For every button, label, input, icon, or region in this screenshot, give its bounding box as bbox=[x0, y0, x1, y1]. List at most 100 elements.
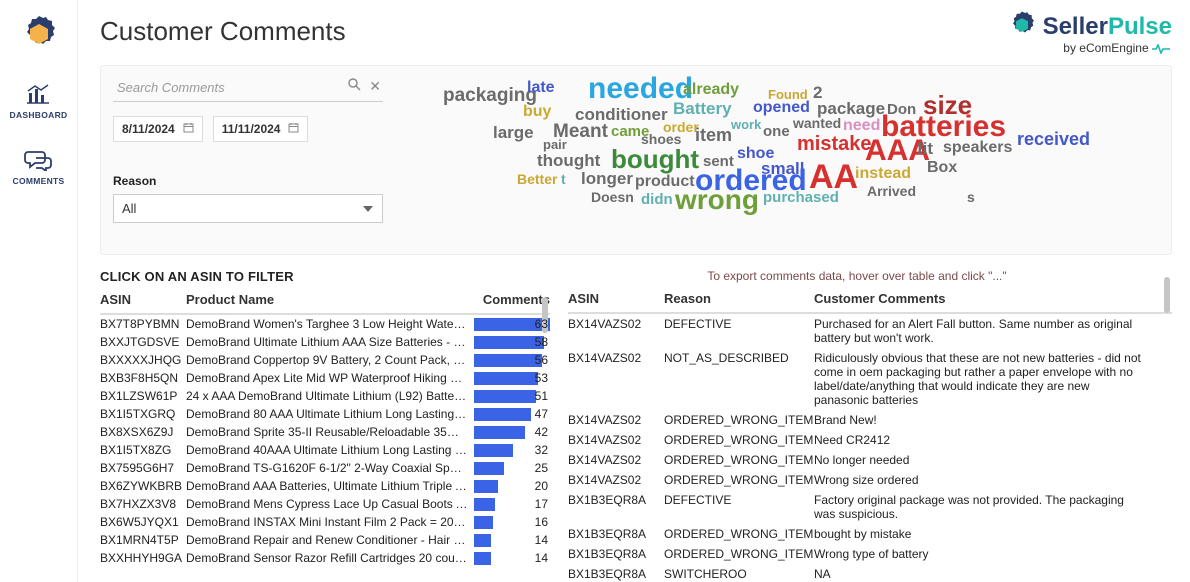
comment-reason: ORDERED_WRONG_ITEM bbox=[664, 433, 814, 447]
product-name: DemoBrand Ultimate Lithium AAA Size Batt… bbox=[186, 335, 474, 349]
wordcloud-word[interactable]: Doesn bbox=[591, 190, 634, 204]
bar bbox=[474, 516, 493, 529]
asin-row[interactable]: BX1I5TXGRQDemoBrand 80 AAA Ultimate Lith… bbox=[100, 405, 550, 423]
asin-table-header: ASIN Product Name Comments bbox=[100, 288, 550, 315]
comment-text: Need CR2412 bbox=[814, 433, 1172, 447]
wordcloud-word[interactable]: need bbox=[843, 118, 880, 134]
wordcloud-word[interactable]: pair bbox=[543, 138, 567, 151]
asin-code: BX7T8PYBMN bbox=[100, 317, 186, 331]
product-name: 24 x AAA DemoBrand Ultimate Lithium (L92… bbox=[186, 389, 474, 403]
brand-subtitle: by eComEngine bbox=[1007, 41, 1172, 55]
gear-cube-icon bbox=[1007, 10, 1037, 43]
bar bbox=[474, 552, 491, 565]
bar bbox=[474, 426, 525, 439]
clear-icon[interactable]: ✕ bbox=[369, 78, 381, 95]
comment-row[interactable]: BX14VAZS02DEFECTIVEPurchased for an Aler… bbox=[568, 314, 1172, 348]
comment-row[interactable]: BX1B3EQR8AORDERED_WRONG_ITEMWrong type o… bbox=[568, 544, 1172, 564]
asin-row[interactable]: BXXHHYH9GADemoBrand Sensor Razor Refill … bbox=[100, 549, 550, 567]
comment-count-cell: 32 bbox=[474, 443, 550, 458]
asin-row[interactable]: BX1MRN4T5PDemoBrand Repair and Renew Con… bbox=[100, 531, 550, 549]
wordcloud-word[interactable]: wrong bbox=[675, 186, 759, 214]
wordcloud-word[interactable]: already bbox=[683, 82, 739, 98]
comment-text: Purchased for an Alert Fall button. Same… bbox=[814, 317, 1172, 345]
search-icon[interactable] bbox=[348, 78, 361, 95]
comment-asin: BX1B3EQR8A bbox=[568, 527, 664, 541]
reason-select[interactable]: All bbox=[113, 194, 383, 223]
comment-count-cell: 14 bbox=[474, 551, 550, 566]
wordcloud-word[interactable]: Box bbox=[927, 160, 957, 176]
comment-text: Factory original package was not provide… bbox=[814, 493, 1172, 521]
brand-name: SellerPulse bbox=[1043, 13, 1172, 41]
date-end-value: 11/11/2024 bbox=[222, 122, 281, 136]
wordcloud-word[interactable]: order bbox=[663, 120, 699, 134]
comment-row[interactable]: BX14VAZS02ORDERED_WRONG_ITEMWrong size o… bbox=[568, 470, 1172, 490]
comments-table-header: ASIN Reason Customer Comments bbox=[568, 287, 1172, 314]
comment-row[interactable]: BX14VAZS02NOT_AS_DESCRIBEDRidiculously o… bbox=[568, 348, 1172, 410]
asin-row[interactable]: BX7HXZX3V8DemoBrand Mens Cypress Lace Up… bbox=[100, 495, 550, 513]
wordcloud-word[interactable]: large bbox=[493, 124, 534, 141]
comment-asin: BX14VAZS02 bbox=[568, 433, 664, 447]
asin-row[interactable]: BX8XSX6Z9JDemoBrand Sprite 35-II Reusabl… bbox=[100, 423, 550, 441]
comment-row[interactable]: BX14VAZS02ORDERED_WRONG_ITEMNeed CR2412 bbox=[568, 430, 1172, 450]
product-name: DemoBrand Apex Lite Mid WP Waterproof Hi… bbox=[186, 371, 474, 385]
asin-row[interactable]: BXB3F8H5QNDemoBrand Apex Lite Mid WP Wat… bbox=[100, 369, 550, 387]
comment-reason: ORDERED_WRONG_ITEM bbox=[664, 453, 814, 467]
wordcloud-word[interactable]: Battery bbox=[673, 100, 732, 117]
wordcloud-word[interactable]: work bbox=[731, 118, 761, 131]
wordcloud-word[interactable]: item bbox=[695, 126, 732, 144]
wordcloud-word[interactable]: longer bbox=[581, 170, 633, 187]
date-end-input[interactable]: 11/11/2024 bbox=[213, 116, 309, 142]
comment-count-cell: 14 bbox=[474, 533, 550, 548]
wordcloud-word[interactable]: s bbox=[967, 190, 975, 204]
asin-row[interactable]: BX6ZYWKBRBDemoBrand AAA Batteries, Ultim… bbox=[100, 477, 550, 495]
wordcloud-word[interactable]: one bbox=[763, 124, 790, 139]
wordcloud-word[interactable]: t bbox=[561, 172, 566, 186]
nav-comments[interactable]: COMMENTS bbox=[13, 148, 65, 186]
comment-text: Wrong size ordered bbox=[814, 473, 1172, 487]
bar bbox=[474, 480, 498, 493]
asin-row[interactable]: BXXJTGDSVEDemoBrand Ultimate Lithium AAA… bbox=[100, 333, 550, 351]
date-start-input[interactable]: 8/11/2024 bbox=[113, 116, 203, 142]
wordcloud-word[interactable]: speakers bbox=[943, 140, 1012, 156]
comment-row[interactable]: BX1B3EQR8ASWITCHEROONA bbox=[568, 564, 1172, 582]
comment-row[interactable]: BX1B3EQR8ADEFECTIVEFactory original pack… bbox=[568, 490, 1172, 524]
asin-row[interactable]: BX6W5JYQX1DemoBrand INSTAX Mini Instant … bbox=[100, 513, 550, 531]
wordcloud-word[interactable]: opened bbox=[753, 100, 810, 116]
comment-row[interactable]: BX14VAZS02ORDERED_WRONG_ITEMBrand New! bbox=[568, 410, 1172, 430]
wordcloud-word[interactable]: buy bbox=[523, 104, 551, 120]
wordcloud-word[interactable]: wanted bbox=[793, 116, 841, 130]
asin-row[interactable]: BX1LZSW61P24 x AAA DemoBrand Ultimate Li… bbox=[100, 387, 550, 405]
scrollbar-thumb[interactable] bbox=[1164, 277, 1170, 313]
wordcloud-word[interactable]: late bbox=[527, 80, 555, 96]
comment-count: 20 bbox=[535, 479, 550, 493]
bar bbox=[474, 462, 504, 475]
wordcloud-word[interactable]: received bbox=[1017, 130, 1090, 148]
wordcloud-word[interactable]: Arrived bbox=[867, 184, 916, 198]
wordcloud-word[interactable]: purchased bbox=[763, 190, 839, 205]
wordcloud-word[interactable]: thought bbox=[537, 152, 600, 169]
nav-dashboard[interactable]: DASHBOARD bbox=[10, 82, 68, 120]
bar bbox=[474, 534, 491, 547]
wordcloud-word[interactable]: Better bbox=[517, 172, 557, 186]
wordcloud-word[interactable]: fit bbox=[917, 140, 933, 157]
search-input[interactable] bbox=[113, 74, 383, 102]
comment-count-cell: 42 bbox=[474, 425, 550, 440]
comment-count-cell: 16 bbox=[474, 515, 550, 530]
asin-row[interactable]: BX7T8PYBMNDemoBrand Women's Targhee 3 Lo… bbox=[100, 315, 550, 333]
asin-row[interactable]: BX1I5TX8ZGDemoBrand 40AAA Ultimate Lithi… bbox=[100, 441, 550, 459]
asin-row[interactable]: BXXXXXJHQGDemoBrand Coppertop 9V Battery… bbox=[100, 351, 550, 369]
comment-row[interactable]: BX14VAZS02ORDERED_WRONG_ITEMNo longer ne… bbox=[568, 450, 1172, 470]
comment-row[interactable]: BX1B3EQR8AORDERED_WRONG_ITEMbought by mi… bbox=[568, 524, 1172, 544]
product-name: DemoBrand Women's Targhee 3 Low Height W… bbox=[186, 317, 474, 331]
calendar-icon bbox=[183, 122, 194, 136]
wordcloud-word[interactable]: instead bbox=[855, 166, 911, 182]
comment-reason: ORDERED_WRONG_ITEM bbox=[664, 527, 814, 541]
calendar-icon bbox=[288, 122, 299, 136]
wordcloud-word[interactable]: mistake bbox=[797, 134, 872, 154]
wordcloud-word[interactable]: didn bbox=[641, 192, 673, 207]
asin-panel: CLICK ON AN ASIN TO FILTER ASIN Product … bbox=[100, 269, 550, 582]
comment-count: 56 bbox=[535, 353, 550, 367]
product-name: DemoBrand TS-G1620F 6-1/2" 2-Way Coaxial… bbox=[186, 461, 474, 475]
asin-row[interactable]: BX7595G6H7DemoBrand TS-G1620F 6-1/2" 2-W… bbox=[100, 459, 550, 477]
comment-count: 32 bbox=[535, 443, 550, 457]
